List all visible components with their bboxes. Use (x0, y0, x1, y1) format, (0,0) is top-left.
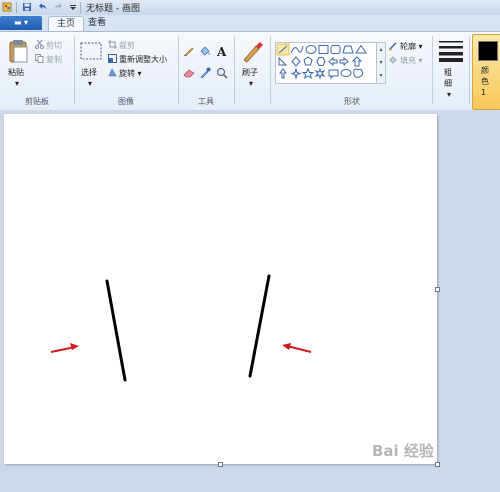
size-group: 粗细 ▾ (434, 34, 468, 108)
paste-icon[interactable] (8, 38, 30, 64)
tab-view[interactable]: 查看 (80, 16, 114, 31)
shapes-gallery-grid (276, 43, 367, 80)
shapes-group-label: 形状 (344, 97, 360, 106)
group-separator (432, 36, 433, 104)
crop-icon[interactable] (108, 40, 117, 49)
cut-icon[interactable] (35, 40, 44, 49)
group-separator (74, 36, 75, 104)
save-icon[interactable] (22, 2, 32, 12)
resize-button[interactable]: 重新调整大小 (119, 54, 167, 65)
fill-button[interactable]: 填充 ▾ (400, 55, 423, 66)
redo-icon[interactable] (53, 2, 63, 12)
undo-icon[interactable] (38, 2, 48, 12)
cut-button[interactable]: 剪切 (46, 40, 62, 51)
color1-button[interactable]: 颜色 1 (472, 34, 500, 110)
crop-button[interactable]: 裁剪 (119, 40, 135, 51)
svg-text:A: A (216, 45, 227, 57)
right-black-line (248, 274, 271, 378)
drawing-canvas[interactable] (4, 114, 437, 464)
customize-quick-access-icon[interactable] (68, 2, 78, 12)
outline-button[interactable]: 轮廓 ▾ (400, 41, 423, 52)
shapes-scrollbar[interactable]: ▴ ▾ ▾ (376, 42, 386, 84)
canvas-resize-handle-corner[interactable] (435, 462, 440, 467)
window-title: 无标题 - 画图 (86, 4, 140, 14)
image-group: 选择 ▾ 裁剪 重新调整大小 旋转 ▾ 图像 (76, 34, 176, 108)
outline-icon[interactable] (388, 41, 398, 51)
rotate-icon[interactable] (108, 68, 117, 77)
watermark-logo: Bai 经验 (372, 442, 434, 460)
brush-icon[interactable] (240, 40, 264, 64)
select-button[interactable]: 选择 (81, 67, 97, 78)
clipboard-group: 粘贴 ▾ 剪切 复制 剪贴板 (2, 34, 72, 108)
group-separator (270, 36, 271, 104)
left-black-line (105, 279, 127, 382)
title-bar: 无标题 - 画图 (0, 0, 500, 16)
group-separator (234, 36, 235, 104)
separator (80, 2, 81, 13)
group-separator (178, 36, 179, 104)
tab-home[interactable]: 主页 (48, 16, 85, 32)
ribbon: 粘贴 ▾ 剪切 复制 剪贴板 选择 ▾ 裁剪 重新调整大小 旋转 ▾ 图像 A … (0, 31, 500, 111)
text-tool-icon[interactable]: A (216, 45, 228, 57)
eraser-icon[interactable] (183, 67, 195, 79)
paste-button[interactable]: 粘贴 (8, 67, 24, 78)
right-red-arrow (282, 343, 312, 353)
copy-icon[interactable] (35, 54, 44, 63)
select-dropdown-icon[interactable]: ▾ (88, 79, 92, 88)
image-group-label: 图像 (118, 97, 134, 106)
shapes-gallery (275, 42, 377, 84)
ribbon-tab-bar: ▬ ▾ 主页 查看 (0, 15, 500, 32)
left-red-arrow (50, 343, 79, 353)
file-menu-button[interactable]: ▬ ▾ (0, 16, 42, 30)
select-icon[interactable] (80, 42, 102, 60)
brushes-dropdown-icon[interactable]: ▾ (249, 79, 253, 88)
canvas-resize-handle-bottom[interactable] (218, 462, 223, 467)
copy-button[interactable]: 复制 (46, 54, 62, 65)
group-separator (469, 36, 470, 104)
tools-group-label: 工具 (198, 97, 214, 106)
color1-swatch (478, 41, 498, 61)
color-picker-icon[interactable] (199, 67, 211, 79)
clipboard-group-label: 剪贴板 (25, 97, 49, 106)
resize-icon[interactable] (108, 54, 117, 63)
fill-icon[interactable] (388, 55, 398, 65)
canvas-resize-handle-right[interactable] (435, 287, 440, 292)
tools-group: A 工具 (180, 34, 232, 108)
pencil-icon[interactable] (183, 45, 195, 57)
brushes-group: 刷子 ▾ (236, 34, 268, 108)
canvas-workspace (0, 110, 500, 492)
size-dropdown-icon[interactable]: ▾ (447, 90, 451, 99)
fill-bucket-icon[interactable] (199, 45, 211, 57)
canvas-drawing (50, 274, 312, 382)
size-button[interactable]: 粗细 (444, 67, 454, 89)
paste-dropdown-icon[interactable]: ▾ (15, 79, 19, 88)
brushes-button[interactable]: 刷子 (242, 67, 258, 78)
color1-label: 颜色 1 (481, 66, 489, 97)
size-icon[interactable] (439, 40, 463, 62)
rotate-button[interactable]: 旋转 ▾ (119, 68, 142, 79)
paint-app-icon (2, 2, 12, 12)
separator (16, 2, 17, 13)
magnifier-icon[interactable] (216, 67, 228, 79)
shapes-group: ▴ ▾ ▾ 轮廓 ▾ 填充 ▾ 形状 (272, 34, 432, 108)
